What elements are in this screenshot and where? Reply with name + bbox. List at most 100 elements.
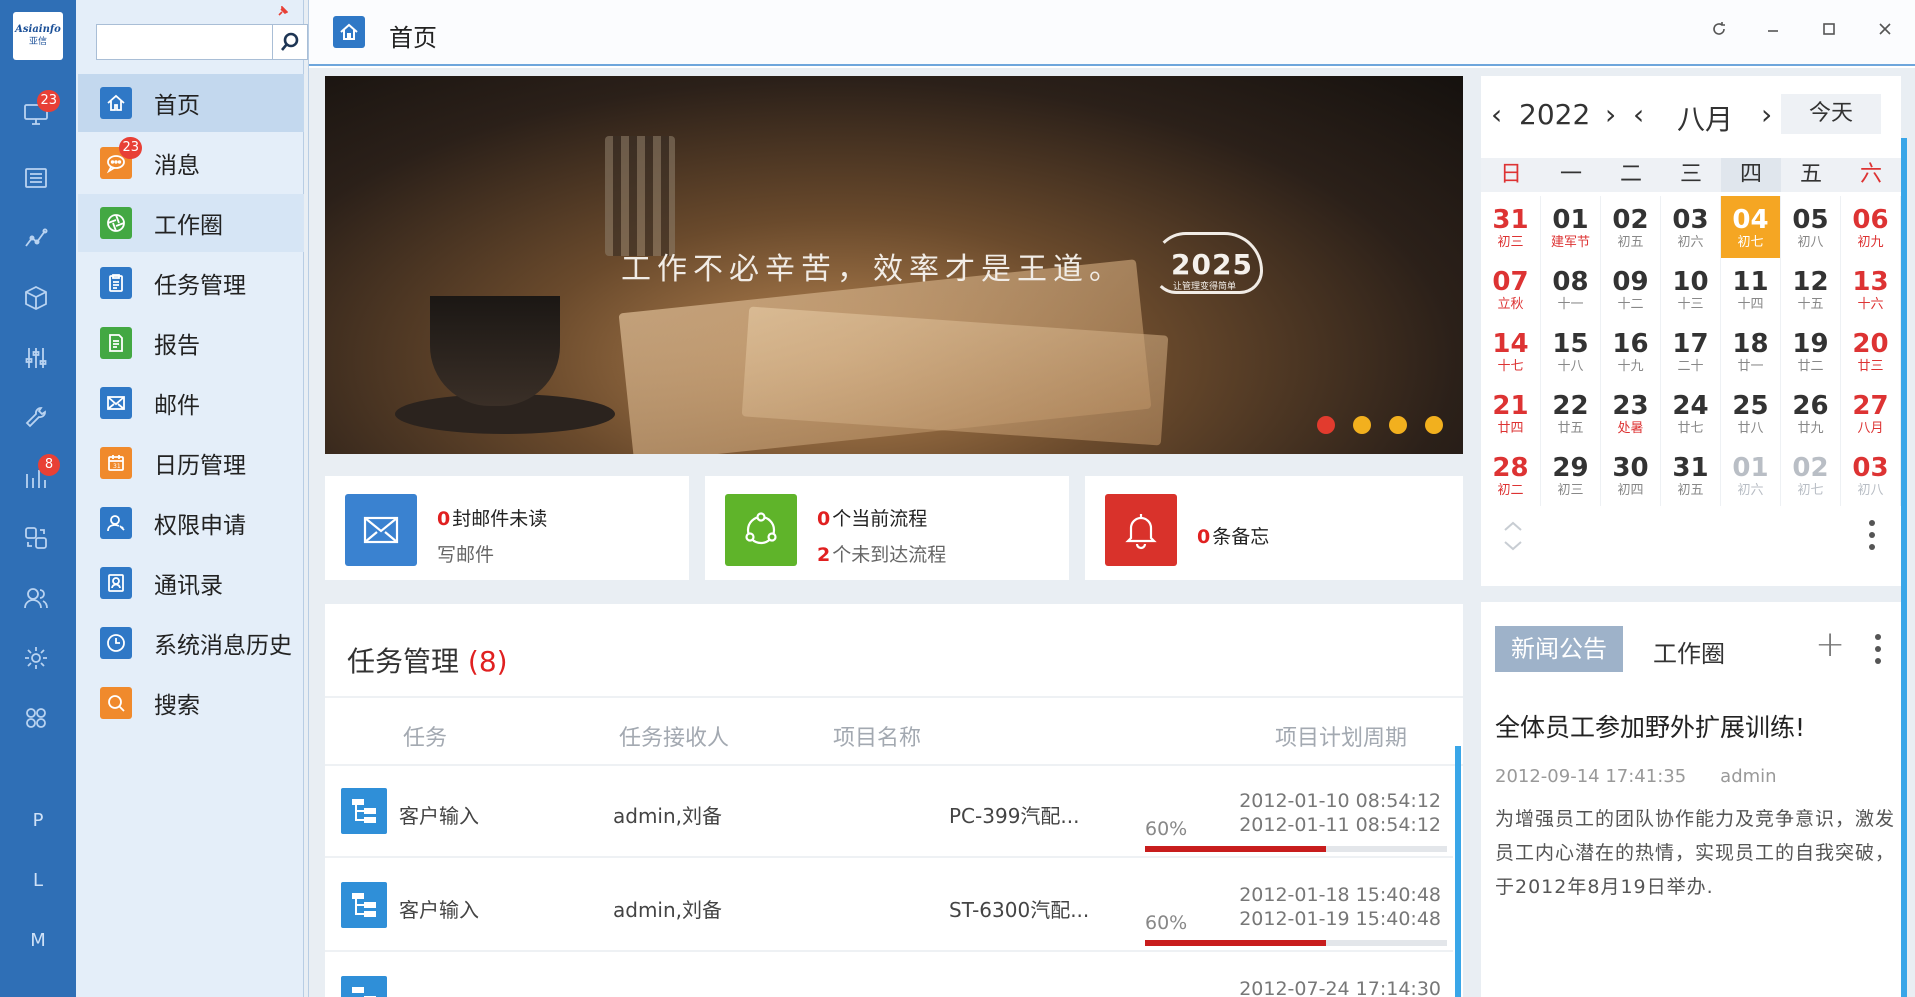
rail-settings-button[interactable] xyxy=(18,640,54,676)
calendar-day-cell[interactable]: 15 十八 xyxy=(1541,320,1601,382)
calendar-day-cell[interactable]: 30 初四 xyxy=(1601,444,1661,506)
prev-month-icon[interactable]: ‹ xyxy=(1633,98,1644,131)
carousel-dot-1[interactable] xyxy=(1317,416,1335,434)
nav-item-permissions[interactable]: 权限申请 xyxy=(78,494,304,552)
memo-card[interactable]: 0 条备忘 xyxy=(1085,476,1463,580)
calendar-day-cell[interactable]: 03 初六 xyxy=(1661,196,1721,258)
calendar-day-cell[interactable]: 09 十二 xyxy=(1601,258,1661,320)
task-tree-icon xyxy=(341,788,387,834)
close-button[interactable] xyxy=(1867,14,1903,44)
task-list-scrollbar[interactable] xyxy=(1455,746,1461,997)
rail-sliders-button[interactable] xyxy=(18,340,54,376)
table-row[interactable]: 2012-07-24 17:14:30 xyxy=(325,954,1453,997)
calendar-day-cell[interactable]: 13 十六 xyxy=(1841,258,1901,320)
calendar-day-cell[interactable]: 14 十七 xyxy=(1481,320,1541,382)
column-header-assignee[interactable]: 任务接收人 xyxy=(619,720,729,752)
nav-item-message-history[interactable]: 系统消息历史 xyxy=(78,614,304,672)
pin-icon[interactable] xyxy=(276,6,288,18)
rail-chart-button[interactable] xyxy=(18,220,54,256)
rail-cube-button[interactable] xyxy=(18,280,54,316)
minimize-button[interactable] xyxy=(1755,14,1791,44)
calendar-day-cell[interactable]: 17 二十 xyxy=(1661,320,1721,382)
calendar-day-cell[interactable]: 25 廿八 xyxy=(1721,382,1781,444)
calendar-day-cell[interactable]: 08 十一 xyxy=(1541,258,1601,320)
tab-work-circle[interactable]: 工作圈 xyxy=(1653,634,1725,669)
rail-letter-l[interactable]: L xyxy=(0,870,76,891)
workflow-card[interactable]: 0 个当前流程 2 个未到达流程 xyxy=(705,476,1069,580)
calendar-day-number: 22 xyxy=(1552,391,1589,421)
prev-year-icon[interactable]: ‹ xyxy=(1491,98,1502,131)
table-row[interactable]: 客户输入 admin,刘备 ST-6300汽配... 60% 2012-01-1… xyxy=(325,860,1453,952)
nav-search-input[interactable] xyxy=(96,24,272,60)
page-scrollbar[interactable] xyxy=(1901,138,1907,997)
next-year-icon[interactable]: › xyxy=(1605,98,1616,131)
rail-transfer-button[interactable] xyxy=(18,520,54,556)
rail-wrench-button[interactable] xyxy=(18,400,54,436)
hero-banner[interactable]: 工作不必辛苦，效率才是王道。 2025 让管理变得简单 xyxy=(325,76,1463,454)
nav-item-messages[interactable]: 23 消息 xyxy=(78,134,304,192)
maximize-button[interactable] xyxy=(1811,14,1847,44)
calendar-day-cell[interactable]: 10 十三 xyxy=(1661,258,1721,320)
nav-item-home[interactable]: 首页 xyxy=(78,74,304,132)
calendar-day-cell[interactable]: 07 立秋 xyxy=(1481,258,1541,320)
calendar-day-cell[interactable]: 26 廿九 xyxy=(1781,382,1841,444)
nav-item-contacts[interactable]: 通讯录 xyxy=(78,554,304,612)
calendar-day-cell[interactable]: 06 初九 xyxy=(1841,196,1901,258)
calendar-day-cell[interactable]: 01 建军节 xyxy=(1541,196,1601,258)
calendar-day-cell[interactable]: 04 初七 xyxy=(1721,196,1781,258)
add-icon[interactable]: + xyxy=(1815,624,1845,665)
nav-item-tasks[interactable]: 任务管理 xyxy=(78,254,304,312)
mail-card[interactable]: 0 封邮件未读 写邮件 xyxy=(325,476,689,580)
column-header-project[interactable]: 项目名称 xyxy=(833,720,921,752)
calendar-day-cell[interactable]: 02 初七 xyxy=(1781,444,1841,506)
rail-monitor-button[interactable]: 23 xyxy=(18,90,60,132)
nav-item-calendar[interactable]: 31 日历管理 xyxy=(78,434,304,492)
rail-letter-m[interactable]: M xyxy=(0,930,76,951)
carousel-dot-3[interactable] xyxy=(1389,416,1407,434)
calendar-more-icon[interactable] xyxy=(1869,520,1875,550)
column-header-period[interactable]: 项目计划周期 xyxy=(1275,720,1407,752)
calendar-day-cell[interactable]: 01 初六 xyxy=(1721,444,1781,506)
carousel-dot-2[interactable] xyxy=(1353,416,1371,434)
calendar-day-cell[interactable]: 31 初五 xyxy=(1661,444,1721,506)
calendar-day-cell[interactable]: 24 廿七 xyxy=(1661,382,1721,444)
calendar-day-cell[interactable]: 05 初八 xyxy=(1781,196,1841,258)
today-button[interactable]: 今天 xyxy=(1781,94,1881,134)
nav-item-work-circle[interactable]: 工作圈 xyxy=(78,194,304,252)
carousel-dot-4[interactable] xyxy=(1425,416,1443,434)
rail-list-button[interactable] xyxy=(18,160,54,196)
calendar-day-cell[interactable]: 02 初五 xyxy=(1601,196,1661,258)
calendar-week-toggle-icon[interactable] xyxy=(1501,516,1525,556)
nav-history-icon-box xyxy=(100,627,132,659)
table-row[interactable]: 客户输入 admin,刘备 PC-399汽配... 60% 2012-01-10… xyxy=(325,766,1453,858)
calendar-day-cell[interactable]: 03 初八 xyxy=(1841,444,1901,506)
calendar-day-cell[interactable]: 12 十五 xyxy=(1781,258,1841,320)
calendar-day-cell[interactable]: 27 八月 xyxy=(1841,382,1901,444)
nav-item-search[interactable]: 搜索 xyxy=(78,674,304,732)
calendar-day-cell[interactable]: 29 初三 xyxy=(1541,444,1601,506)
tab-news[interactable]: 新闻公告 xyxy=(1495,626,1623,672)
calendar-day-cell[interactable]: 11 十四 xyxy=(1721,258,1781,320)
news-title[interactable]: 全体员工参加野外扩展训练! xyxy=(1495,708,1805,744)
calendar-day-cell[interactable]: 28 初二 xyxy=(1481,444,1541,506)
calendar-day-cell[interactable]: 20 廿三 xyxy=(1841,320,1901,382)
next-month-icon[interactable]: › xyxy=(1761,98,1772,131)
rail-apps-button[interactable] xyxy=(18,700,54,736)
calendar-day-cell[interactable]: 21 廿四 xyxy=(1481,382,1541,444)
write-mail-link[interactable]: 写邮件 xyxy=(437,540,494,567)
nav-item-reports[interactable]: 报告 xyxy=(78,314,304,372)
rail-letter-p[interactable]: P xyxy=(0,810,76,831)
column-header-task[interactable]: 任务 xyxy=(403,720,447,752)
calendar-day-cell[interactable]: 22 廿五 xyxy=(1541,382,1601,444)
calendar-day-cell[interactable]: 19 廿二 xyxy=(1781,320,1841,382)
calendar-day-cell[interactable]: 31 初三 xyxy=(1481,196,1541,258)
rail-stats-button[interactable]: 8 xyxy=(18,454,60,496)
refresh-button[interactable] xyxy=(1701,14,1737,44)
calendar-day-cell[interactable]: 23 处暑 xyxy=(1601,382,1661,444)
news-more-icon[interactable] xyxy=(1875,634,1881,664)
rail-users-button[interactable] xyxy=(18,580,54,616)
nav-search-button[interactable] xyxy=(272,24,308,60)
calendar-day-cell[interactable]: 18 廿一 xyxy=(1721,320,1781,382)
nav-item-mail[interactable]: 邮件 xyxy=(78,374,304,432)
calendar-day-cell[interactable]: 16 十九 xyxy=(1601,320,1661,382)
